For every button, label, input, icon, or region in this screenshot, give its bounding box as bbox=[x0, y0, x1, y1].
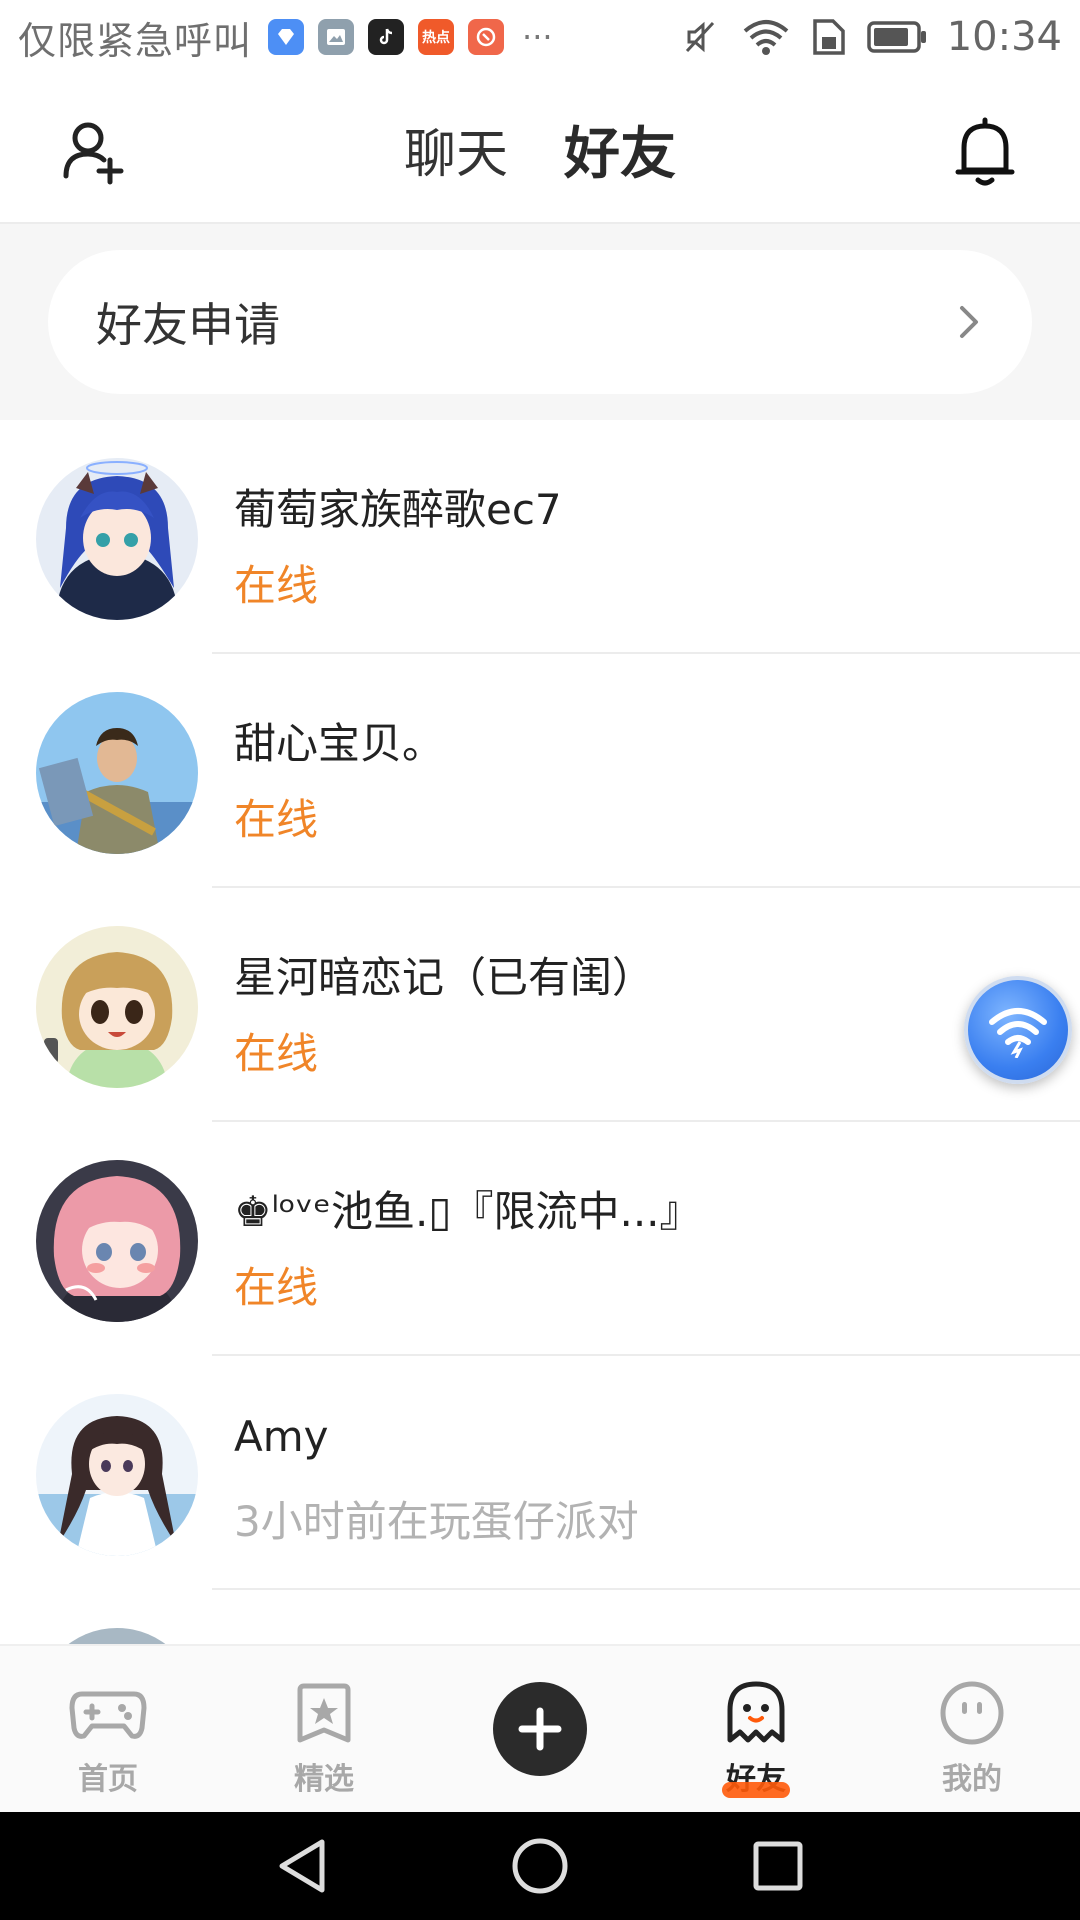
sim-icon bbox=[812, 19, 845, 55]
recents-icon[interactable] bbox=[750, 1838, 806, 1894]
wifi-icon bbox=[989, 1008, 1047, 1058]
gallery-app-icon bbox=[318, 19, 355, 55]
avatar[interactable] bbox=[36, 926, 198, 1088]
bell-icon[interactable] bbox=[950, 114, 1020, 190]
friend-name: Amy bbox=[234, 1412, 329, 1461]
bottom-nav: 首页 精选 好友 我的 bbox=[0, 1644, 1080, 1812]
avatar[interactable] bbox=[36, 1628, 198, 1644]
nav-me[interactable]: 我的 bbox=[864, 1646, 1080, 1814]
top-header: 聊天 好友 bbox=[0, 74, 1080, 236]
ghost-icon bbox=[727, 1681, 785, 1743]
nav-home[interactable]: 首页 bbox=[0, 1646, 216, 1814]
friend-name: 星河暗恋记（已有闺） bbox=[234, 953, 655, 1002]
friend-name: ♚ˡᵒᵛᵉ池鱼.▯『限流中...』 bbox=[234, 1187, 702, 1236]
gamepad-icon bbox=[69, 1691, 147, 1739]
diamond-app-icon bbox=[268, 19, 305, 55]
carrier-text: 仅限紧急呼叫 bbox=[18, 18, 253, 63]
status-bar: 仅限紧急呼叫 热点 ··· 10:34 bbox=[0, 0, 1080, 74]
create-button[interactable] bbox=[493, 1682, 587, 1776]
friend-status: 在线 bbox=[234, 561, 319, 610]
friend-status: 3小时前在玩蛋仔派对 bbox=[234, 1497, 639, 1546]
friend-row[interactable]: ♚ˡᵒᵛᵉ池鱼.▯『限流中...』 在线 bbox=[0, 1122, 1080, 1356]
clock: 10:34 bbox=[946, 14, 1062, 60]
back-icon[interactable] bbox=[274, 1836, 330, 1896]
friend-request-section: 好友申请 bbox=[0, 224, 1080, 420]
nav-friends[interactable]: 好友 bbox=[648, 1646, 864, 1814]
wifi-icon bbox=[743, 20, 789, 55]
friend-status: 在线 bbox=[234, 1263, 319, 1312]
top-tabs: 聊天 好友 bbox=[0, 74, 1080, 236]
nav-me-label: 我的 bbox=[942, 1762, 1002, 1797]
chevron-right-icon bbox=[960, 306, 978, 338]
face-icon bbox=[940, 1681, 1004, 1745]
friend-status: 在线 bbox=[234, 1029, 319, 1078]
home-icon[interactable] bbox=[510, 1836, 570, 1896]
tab-friends[interactable]: 好友 bbox=[560, 109, 680, 236]
active-nav-indicator bbox=[722, 1782, 790, 1798]
star-bookmark-icon bbox=[297, 1683, 351, 1743]
friend-list: 葡萄家族醉歌ec7 在线 甜心宝贝。 在线 星河暗恋记（已有闺） 在线 ♚ˡᵒᵛ… bbox=[0, 420, 1080, 1644]
system-status: 10:34 bbox=[681, 14, 1062, 60]
mute-icon bbox=[685, 21, 714, 53]
friend-row[interactable]: Amy 3小时前在玩蛋仔派对 bbox=[0, 1356, 1080, 1590]
red-app-icon bbox=[468, 19, 505, 55]
floating-wifi-button[interactable] bbox=[964, 976, 1072, 1084]
avatar[interactable] bbox=[36, 1394, 198, 1556]
hot-news-app-icon: 热点 bbox=[418, 19, 455, 55]
friend-status: 在线 bbox=[234, 795, 319, 844]
friend-row[interactable]: 甜心宝贝。 在线 bbox=[0, 654, 1080, 888]
nav-create[interactable] bbox=[432, 1646, 648, 1814]
nav-featured-label: 精选 bbox=[294, 1762, 354, 1797]
system-navigation-bar bbox=[0, 1812, 1080, 1920]
nav-featured[interactable]: 精选 bbox=[216, 1646, 432, 1814]
plus-icon bbox=[518, 1707, 562, 1751]
avatar[interactable] bbox=[36, 1160, 198, 1322]
friend-name: 葡萄家族醉歌ec7 bbox=[234, 485, 562, 534]
avatar[interactable] bbox=[36, 458, 198, 620]
friend-row[interactable]: 星河暗恋记（已有闺） 在线 bbox=[0, 888, 1080, 1122]
tab-friends-label: 好友 bbox=[564, 121, 676, 187]
friend-name: 甜心宝贝。 bbox=[234, 719, 445, 768]
battery-icon bbox=[866, 21, 926, 53]
friend-request-label: 好友申请 bbox=[96, 298, 280, 352]
tiktok-app-icon bbox=[368, 19, 405, 55]
notification-icons: 热点 ··· bbox=[268, 18, 553, 56]
nav-home-label: 首页 bbox=[78, 1762, 138, 1797]
more-notifications-icon: ··· bbox=[522, 18, 553, 56]
tab-chat[interactable]: 聊天 bbox=[400, 112, 512, 187]
friend-row[interactable]: 葡萄家族醉歌ec7 在线 bbox=[0, 420, 1080, 654]
avatar[interactable] bbox=[36, 692, 198, 854]
friend-row[interactable] bbox=[0, 1590, 1080, 1644]
friend-request-button[interactable]: 好友申请 bbox=[48, 250, 1032, 394]
